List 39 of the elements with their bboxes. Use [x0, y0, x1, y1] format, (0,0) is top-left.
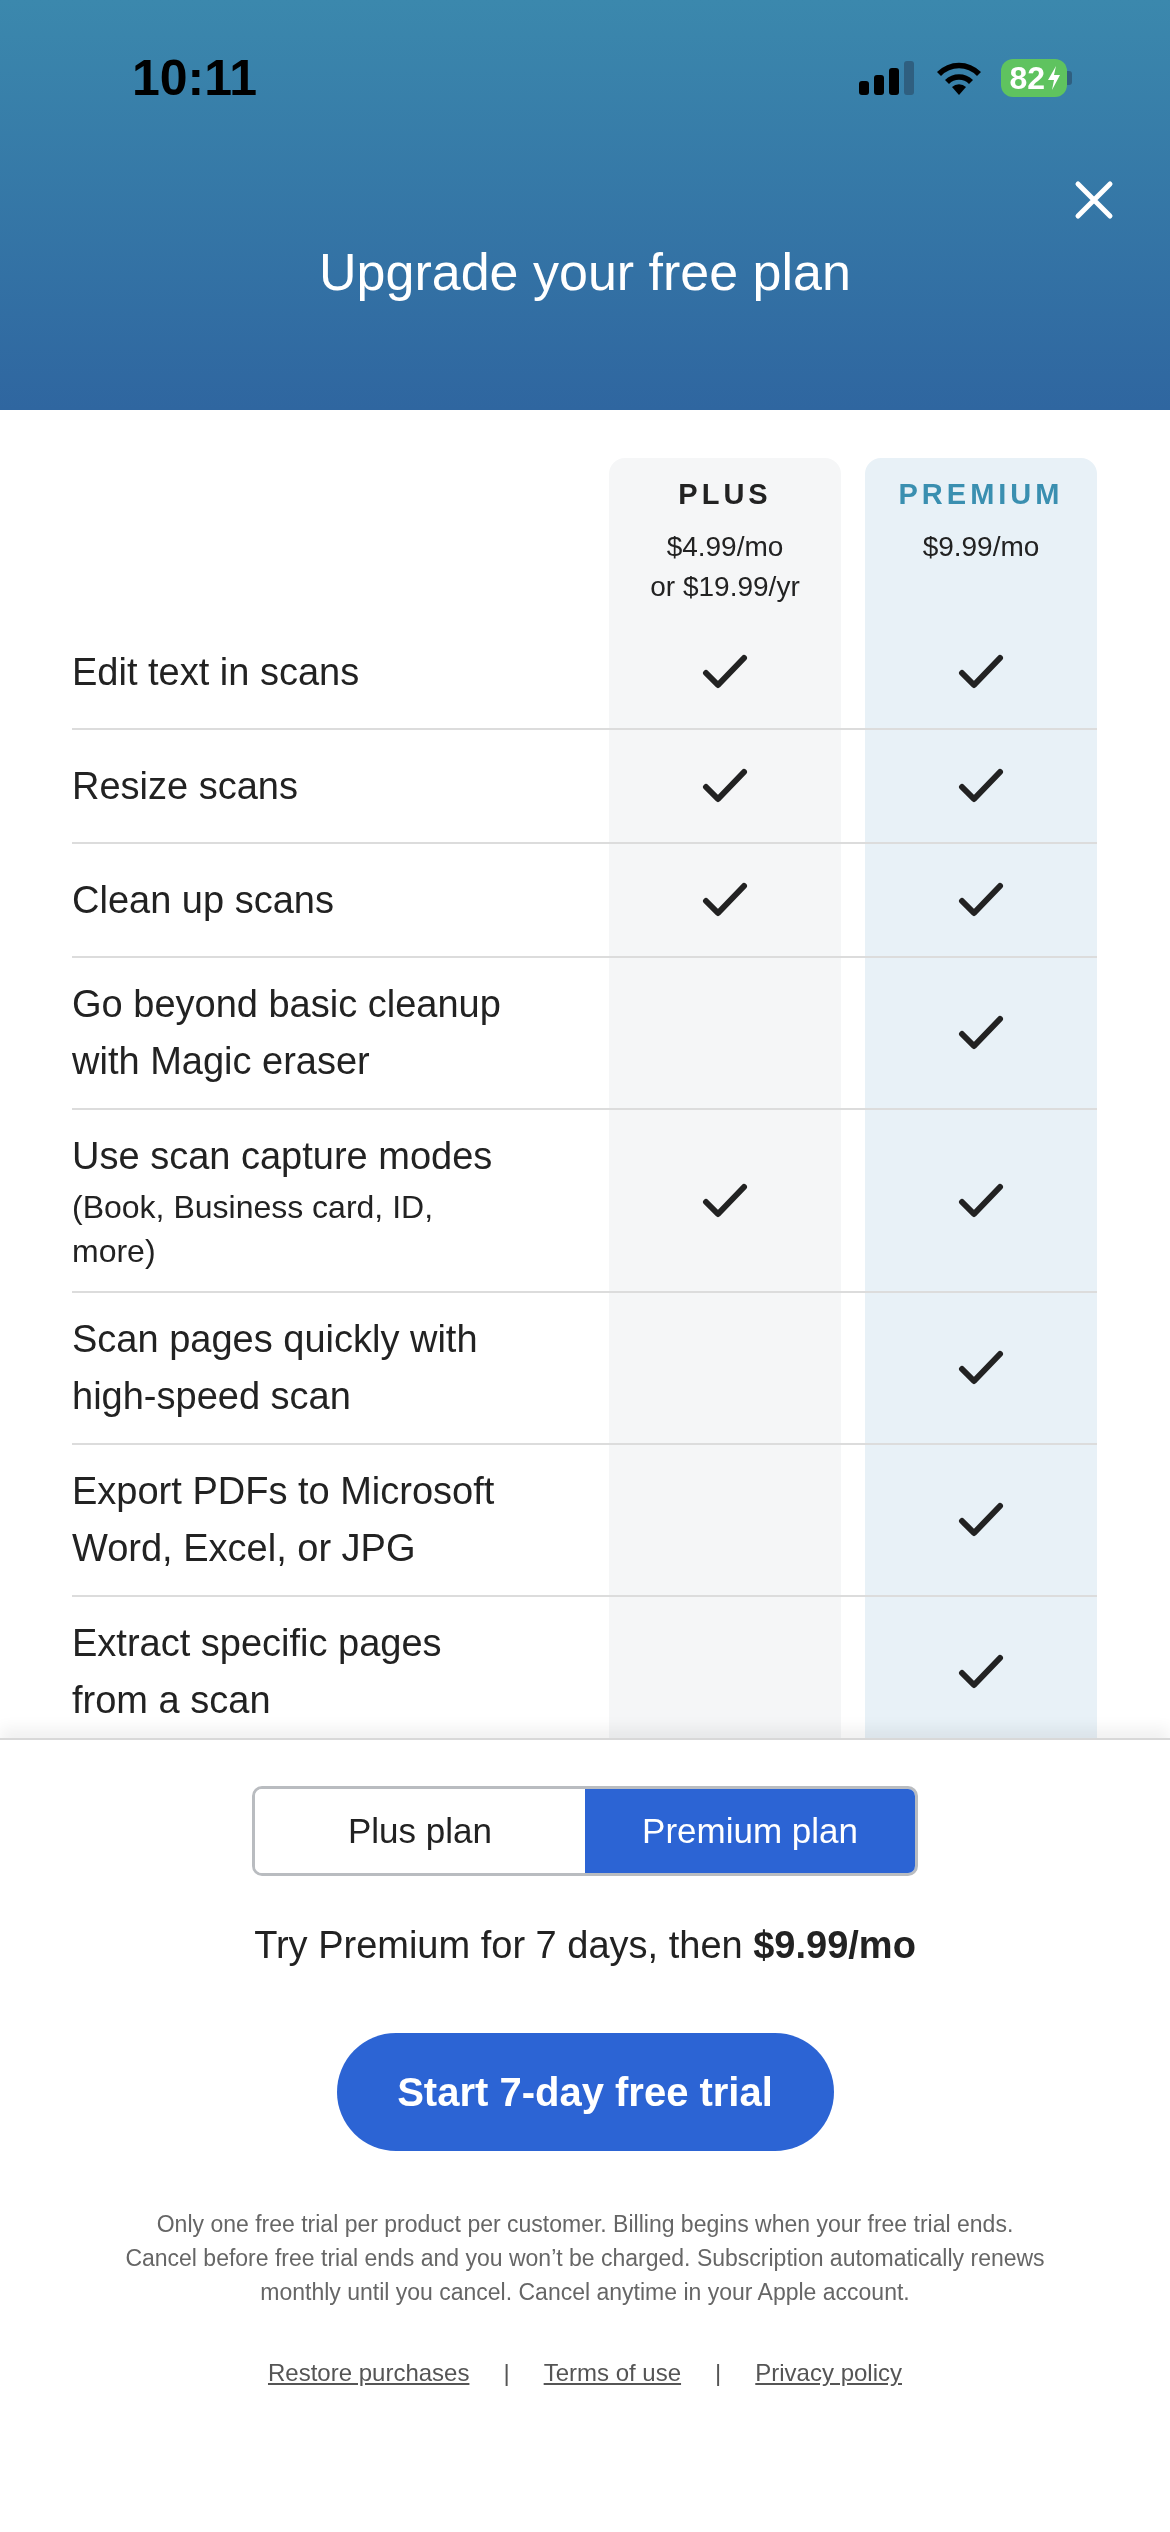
check-icon [958, 654, 1004, 690]
feature-label: Extract specific pages from a scan [72, 1621, 443, 1723]
start-trial-button[interactable]: Start 7-day free trial [336, 2033, 834, 2151]
disclaimer-text: Only one free trial per product per customer. Billing begins when your free trial ends. Cancel before free trial ends and you won’t be charged. Subscription automatically renews monthly until you cancel. Cancel anytime in your Apple account. [124, 2210, 1046, 2307]
link-separator: | [715, 2359, 722, 2387]
check-icon [702, 654, 748, 690]
plan-tab[interactable]: Premium plan [585, 1789, 915, 1873]
close-icon[interactable] [1074, 180, 1114, 220]
feature-label: Use scan capture modes [72, 1134, 494, 1179]
check-icon [958, 768, 1004, 804]
feature-label: Clean up scans [72, 877, 335, 923]
footer-link[interactable]: Restore purchases [268, 2359, 470, 2387]
plan-name: PLUS [678, 478, 772, 511]
check-icon [702, 768, 748, 804]
check-icon [702, 882, 748, 918]
feature-label: Go beyond basic cleanup with Magic eraser [72, 982, 502, 1084]
check-icon [958, 1182, 1004, 1219]
offer-text: Try Premium for 7 days, then $9.99/mo [254, 1924, 916, 1967]
status-time: 10:11 [132, 49, 258, 107]
plan-price: $4.99/mo [666, 530, 784, 564]
check-icon [702, 1182, 748, 1219]
footer-link[interactable]: Privacy policy [755, 2359, 902, 2387]
feature-label: Resize scans [72, 763, 299, 809]
wifi-icon [935, 61, 984, 95]
check-icon [958, 1502, 1004, 1538]
check-icon [958, 1350, 1004, 1386]
check-icon [958, 1015, 1004, 1051]
plan-price: $9.99/mo [922, 530, 1040, 564]
plan-name: PREMIUM [898, 478, 1064, 511]
feature-label: Scan pages quickly with high-speed scan [72, 1317, 479, 1419]
feature-label: Export PDFs to Microsoft Word, Excel, or JPG [72, 1469, 496, 1571]
plan-annual-price: or $19.99/yr [650, 570, 800, 604]
check-icon [958, 1654, 1004, 1690]
check-icon [958, 882, 1004, 918]
feature-label: Edit text in scans [72, 649, 361, 695]
link-separator: | [503, 2359, 510, 2387]
page-title: Upgrade your free plan [318, 242, 852, 302]
footer-link[interactable]: Terms of use [543, 2359, 682, 2387]
feature-note: (Book, Business card, ID, more) [72, 1188, 435, 1271]
